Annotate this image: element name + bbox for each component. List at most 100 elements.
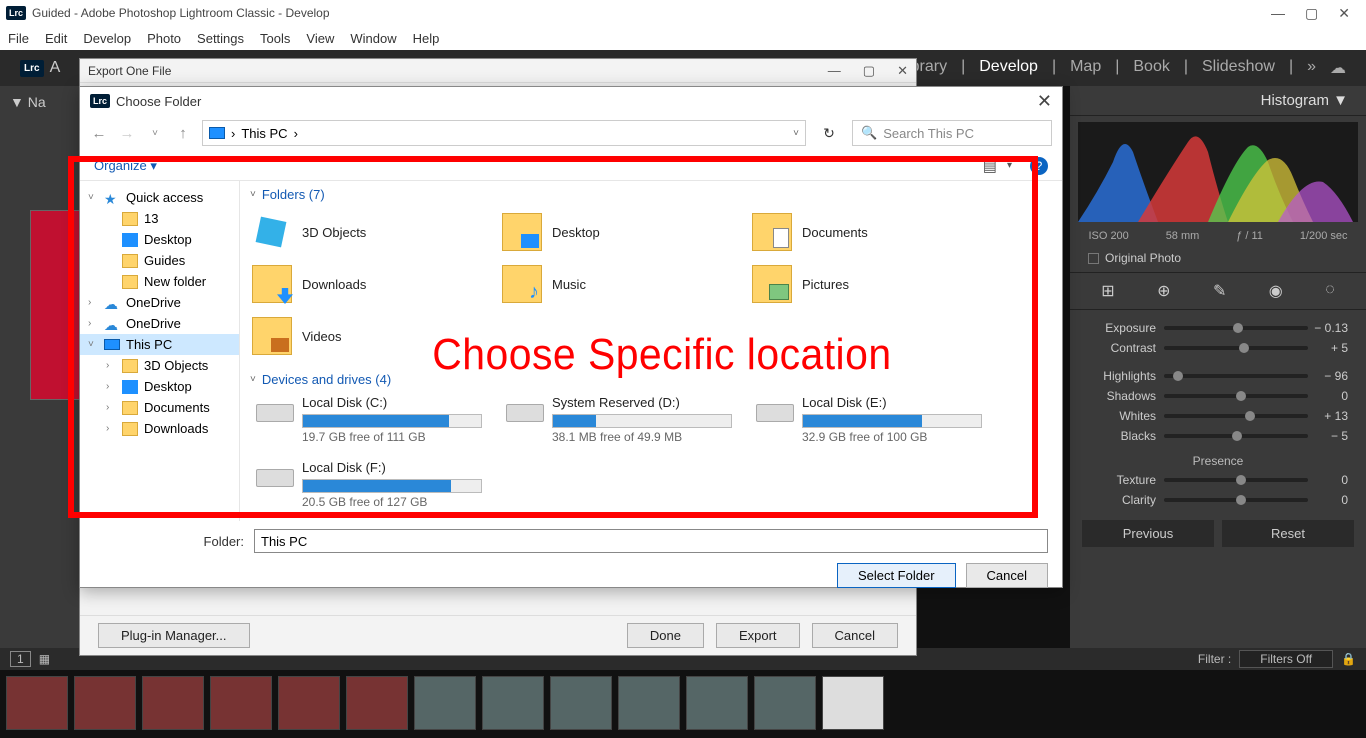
export-minimize-icon[interactable]: ― (828, 63, 841, 79)
breadcrumb-path[interactable]: This PC (241, 126, 287, 141)
shadows-slider[interactable] (1164, 394, 1308, 398)
film-thumb[interactable] (482, 676, 544, 730)
film-thumb[interactable] (346, 676, 408, 730)
menu-settings[interactable]: Settings (197, 31, 244, 46)
highlights-slider[interactable] (1164, 374, 1308, 378)
export-maximize-icon[interactable]: ▢ (863, 63, 875, 79)
drive-item-local-disk-e-[interactable]: Local Disk (E:)32.9 GB free of 100 GB (746, 391, 996, 456)
breadcrumb-dropdown-icon[interactable]: ˅ (793, 128, 799, 139)
film-thumb[interactable] (278, 676, 340, 730)
film-thumb[interactable] (6, 676, 68, 730)
blacks-slider[interactable] (1164, 434, 1308, 438)
original-photo-toggle[interactable]: Original Photo (1070, 248, 1366, 268)
breadcrumb[interactable]: › This PC › ˅ (202, 120, 806, 146)
drives-group-header[interactable]: ˅Devices and drives (4) (240, 368, 1062, 391)
drive-item-local-disk-c-[interactable]: Local Disk (C:)19.7 GB free of 111 GB (246, 391, 496, 456)
drive-item-local-disk-f-[interactable]: Local Disk (F:)20.5 GB free of 127 GB (246, 456, 496, 521)
navigator-header[interactable]: ▼ Na (0, 86, 80, 118)
tree-item-desktop[interactable]: ›Desktop (80, 376, 239, 397)
tree-item-new-folder[interactable]: New folder (80, 271, 239, 292)
histogram-header[interactable]: Histogram ▼ (1070, 86, 1366, 116)
menu-help[interactable]: Help (413, 31, 440, 46)
folder-item-pictures[interactable]: Pictures (746, 258, 996, 310)
module-slideshow[interactable]: Slideshow (1202, 58, 1275, 78)
film-thumb[interactable] (618, 676, 680, 730)
nav-forward-icon[interactable]: → (118, 125, 136, 142)
spot-tool-icon[interactable]: ⊕ (1157, 281, 1170, 301)
redeye-tool-icon[interactable]: ✎ (1213, 281, 1226, 301)
exposure-slider[interactable] (1164, 326, 1308, 330)
film-thumb[interactable] (686, 676, 748, 730)
nav-recent-icon[interactable]: ˅ (146, 128, 164, 139)
film-thumb[interactable] (414, 676, 476, 730)
module-map[interactable]: Map (1070, 58, 1101, 78)
film-thumb[interactable] (822, 676, 884, 730)
folder-field[interactable] (254, 529, 1048, 553)
folders-group-header[interactable]: ˅Folders (7) (240, 183, 1062, 206)
folder-dialog-close-icon[interactable]: ✕ (1037, 91, 1052, 112)
film-thumb[interactable] (754, 676, 816, 730)
filmstrip-grid-icon[interactable]: ▦ (39, 652, 50, 666)
menu-develop[interactable]: Develop (83, 31, 131, 46)
view-dropdown-icon[interactable]: ▾ (1007, 160, 1012, 171)
menu-photo[interactable]: Photo (147, 31, 181, 46)
tree-item-guides[interactable]: Guides (80, 250, 239, 271)
search-input[interactable]: 🔍 Search This PC (852, 120, 1052, 146)
export-button[interactable]: Export (716, 623, 800, 648)
tree-item-onedrive[interactable]: ›☁OneDrive (80, 313, 239, 334)
film-thumb[interactable] (142, 676, 204, 730)
radial-tool-icon[interactable]: ◌ (1325, 281, 1335, 301)
plugin-manager-button[interactable]: Plug-in Manager... (98, 623, 250, 648)
menu-file[interactable]: File (8, 31, 29, 46)
menu-tools[interactable]: Tools (260, 31, 290, 46)
help-icon[interactable]: ? (1030, 157, 1048, 175)
tree-item-downloads[interactable]: ›Downloads (80, 418, 239, 439)
folder-tree[interactable]: ˅★Quick access13DesktopGuidesNew folder›… (80, 181, 240, 521)
tree-item-this-pc[interactable]: ˅This PC (80, 334, 239, 355)
folder-cancel-button[interactable]: Cancel (966, 563, 1048, 588)
refresh-icon[interactable]: ↻ (816, 120, 842, 146)
filmstrip-thumbs[interactable] (0, 670, 1366, 736)
nav-back-icon[interactable]: ← (90, 125, 108, 142)
folder-item-3d-objects[interactable]: 3D Objects (246, 206, 496, 258)
select-folder-button[interactable]: Select Folder (837, 563, 956, 588)
export-close-icon[interactable]: ✕ (897, 63, 908, 79)
drive-item-system-reserved-d-[interactable]: System Reserved (D:)38.1 MB free of 49.9… (496, 391, 746, 456)
maximize-icon[interactable]: ▢ (1305, 5, 1318, 22)
tree-item-3d-objects[interactable]: ›3D Objects (80, 355, 239, 376)
mask-tool-icon[interactable]: ◉ (1269, 281, 1283, 301)
minimize-icon[interactable]: ― (1271, 5, 1285, 22)
cloud-sync-icon[interactable]: ☁ (1330, 58, 1346, 78)
filter-dropdown[interactable]: Filters Off (1239, 650, 1333, 668)
reset-button[interactable]: Reset (1222, 520, 1354, 547)
folder-item-music[interactable]: Music (496, 258, 746, 310)
tree-item-onedrive[interactable]: ›☁OneDrive (80, 292, 239, 313)
previous-button[interactable]: Previous (1082, 520, 1214, 547)
navigator-thumbnail[interactable] (30, 210, 80, 400)
organize-menu[interactable]: Organize ▾ (94, 158, 157, 174)
folder-item-videos[interactable]: Videos (246, 310, 496, 362)
checkbox-icon[interactable] (1088, 253, 1099, 264)
done-button[interactable]: Done (627, 623, 704, 648)
contrast-slider[interactable] (1164, 346, 1308, 350)
film-thumb[interactable] (210, 676, 272, 730)
texture-slider[interactable] (1164, 478, 1308, 482)
module-develop[interactable]: Develop (979, 58, 1038, 78)
export-cancel-button[interactable]: Cancel (812, 623, 898, 648)
tree-item-desktop[interactable]: Desktop (80, 229, 239, 250)
filter-lock-icon[interactable]: 🔒 (1341, 652, 1356, 666)
close-icon[interactable]: ✕ (1338, 5, 1350, 22)
module-more-icon[interactable]: » (1307, 58, 1316, 78)
menu-view[interactable]: View (306, 31, 334, 46)
histogram[interactable] (1078, 122, 1358, 222)
module-book[interactable]: Book (1133, 58, 1169, 78)
tree-item-documents[interactable]: ›Documents (80, 397, 239, 418)
folder-item-desktop[interactable]: Desktop (496, 206, 746, 258)
view-mode-icon[interactable]: ▤ (983, 157, 997, 175)
menu-window[interactable]: Window (350, 31, 396, 46)
filmstrip-index[interactable]: 1 (10, 651, 31, 667)
nav-up-icon[interactable]: ↑ (174, 125, 192, 142)
crop-tool-icon[interactable]: ⊞ (1101, 281, 1114, 301)
tree-item-quick-access[interactable]: ˅★Quick access (80, 187, 239, 208)
film-thumb[interactable] (550, 676, 612, 730)
